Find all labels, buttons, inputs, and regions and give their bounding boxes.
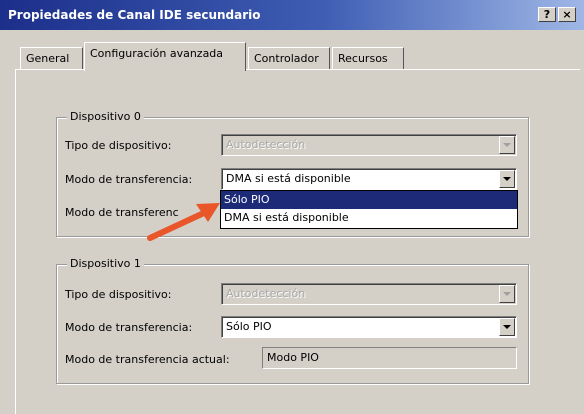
device0-mode-value: DMA si está disponible: [226, 172, 351, 185]
dropdown-option-pio-only[interactable]: Sólo PIO: [221, 191, 517, 209]
device0-current-mode-label: Modo de transferenc: [65, 206, 179, 219]
device1-mode-value: Sólo PIO: [226, 320, 272, 333]
device1-current-mode-value: Modo PIO: [267, 351, 319, 364]
device1-legend: Dispositivo 1: [67, 257, 144, 270]
device0-type-value: Autodetección: [226, 138, 306, 151]
device0-mode-label: Modo de transferencia:: [65, 173, 193, 186]
tab-resources[interactable]: Recursos: [332, 47, 404, 69]
device0-mode-dropdown-list[interactable]: Sólo PIO DMA si está disponible: [220, 190, 518, 229]
device0-type-select: Autodetección: [221, 134, 517, 156]
chevron-down-icon: [503, 143, 511, 147]
device1-type-value: Autodetección: [226, 287, 306, 300]
device1-current-mode-label: Modo de transferencia actual:: [65, 353, 230, 366]
close-button[interactable]: ×: [558, 7, 576, 22]
device1-mode-label: Modo de transferencia:: [65, 321, 193, 334]
device1-type-label: Tipo de dispositivo:: [65, 288, 172, 301]
help-button[interactable]: ?: [538, 7, 556, 22]
device0-type-label: Tipo de dispositivo:: [65, 139, 172, 152]
tab-advanced-settings[interactable]: Configuración avanzada: [84, 42, 246, 71]
device0-type-dropdown-button: [499, 136, 515, 154]
chevron-down-icon: [503, 177, 511, 181]
device0-mode-select[interactable]: DMA si está disponible: [221, 168, 517, 190]
device1-current-mode-field: Modo PIO: [262, 347, 517, 369]
title-bar: Propiedades de Canal IDE secundario ? ×: [0, 0, 584, 30]
tab-driver[interactable]: Controlador: [248, 47, 330, 69]
device1-mode-dropdown-button[interactable]: [499, 318, 515, 336]
device1-type-dropdown-button: [499, 285, 515, 303]
device1-mode-select[interactable]: Sólo PIO: [221, 316, 517, 338]
chevron-down-icon: [503, 292, 511, 296]
device1-type-select: Autodetección: [221, 283, 517, 305]
window-title: Propiedades de Canal IDE secundario: [8, 8, 261, 22]
dropdown-option-dma-if-available[interactable]: DMA si está disponible: [221, 209, 517, 227]
tab-general[interactable]: General: [20, 47, 83, 69]
device0-mode-dropdown-button[interactable]: [499, 170, 515, 188]
chevron-down-icon: [503, 325, 511, 329]
device0-legend: Dispositivo 0: [67, 110, 144, 123]
